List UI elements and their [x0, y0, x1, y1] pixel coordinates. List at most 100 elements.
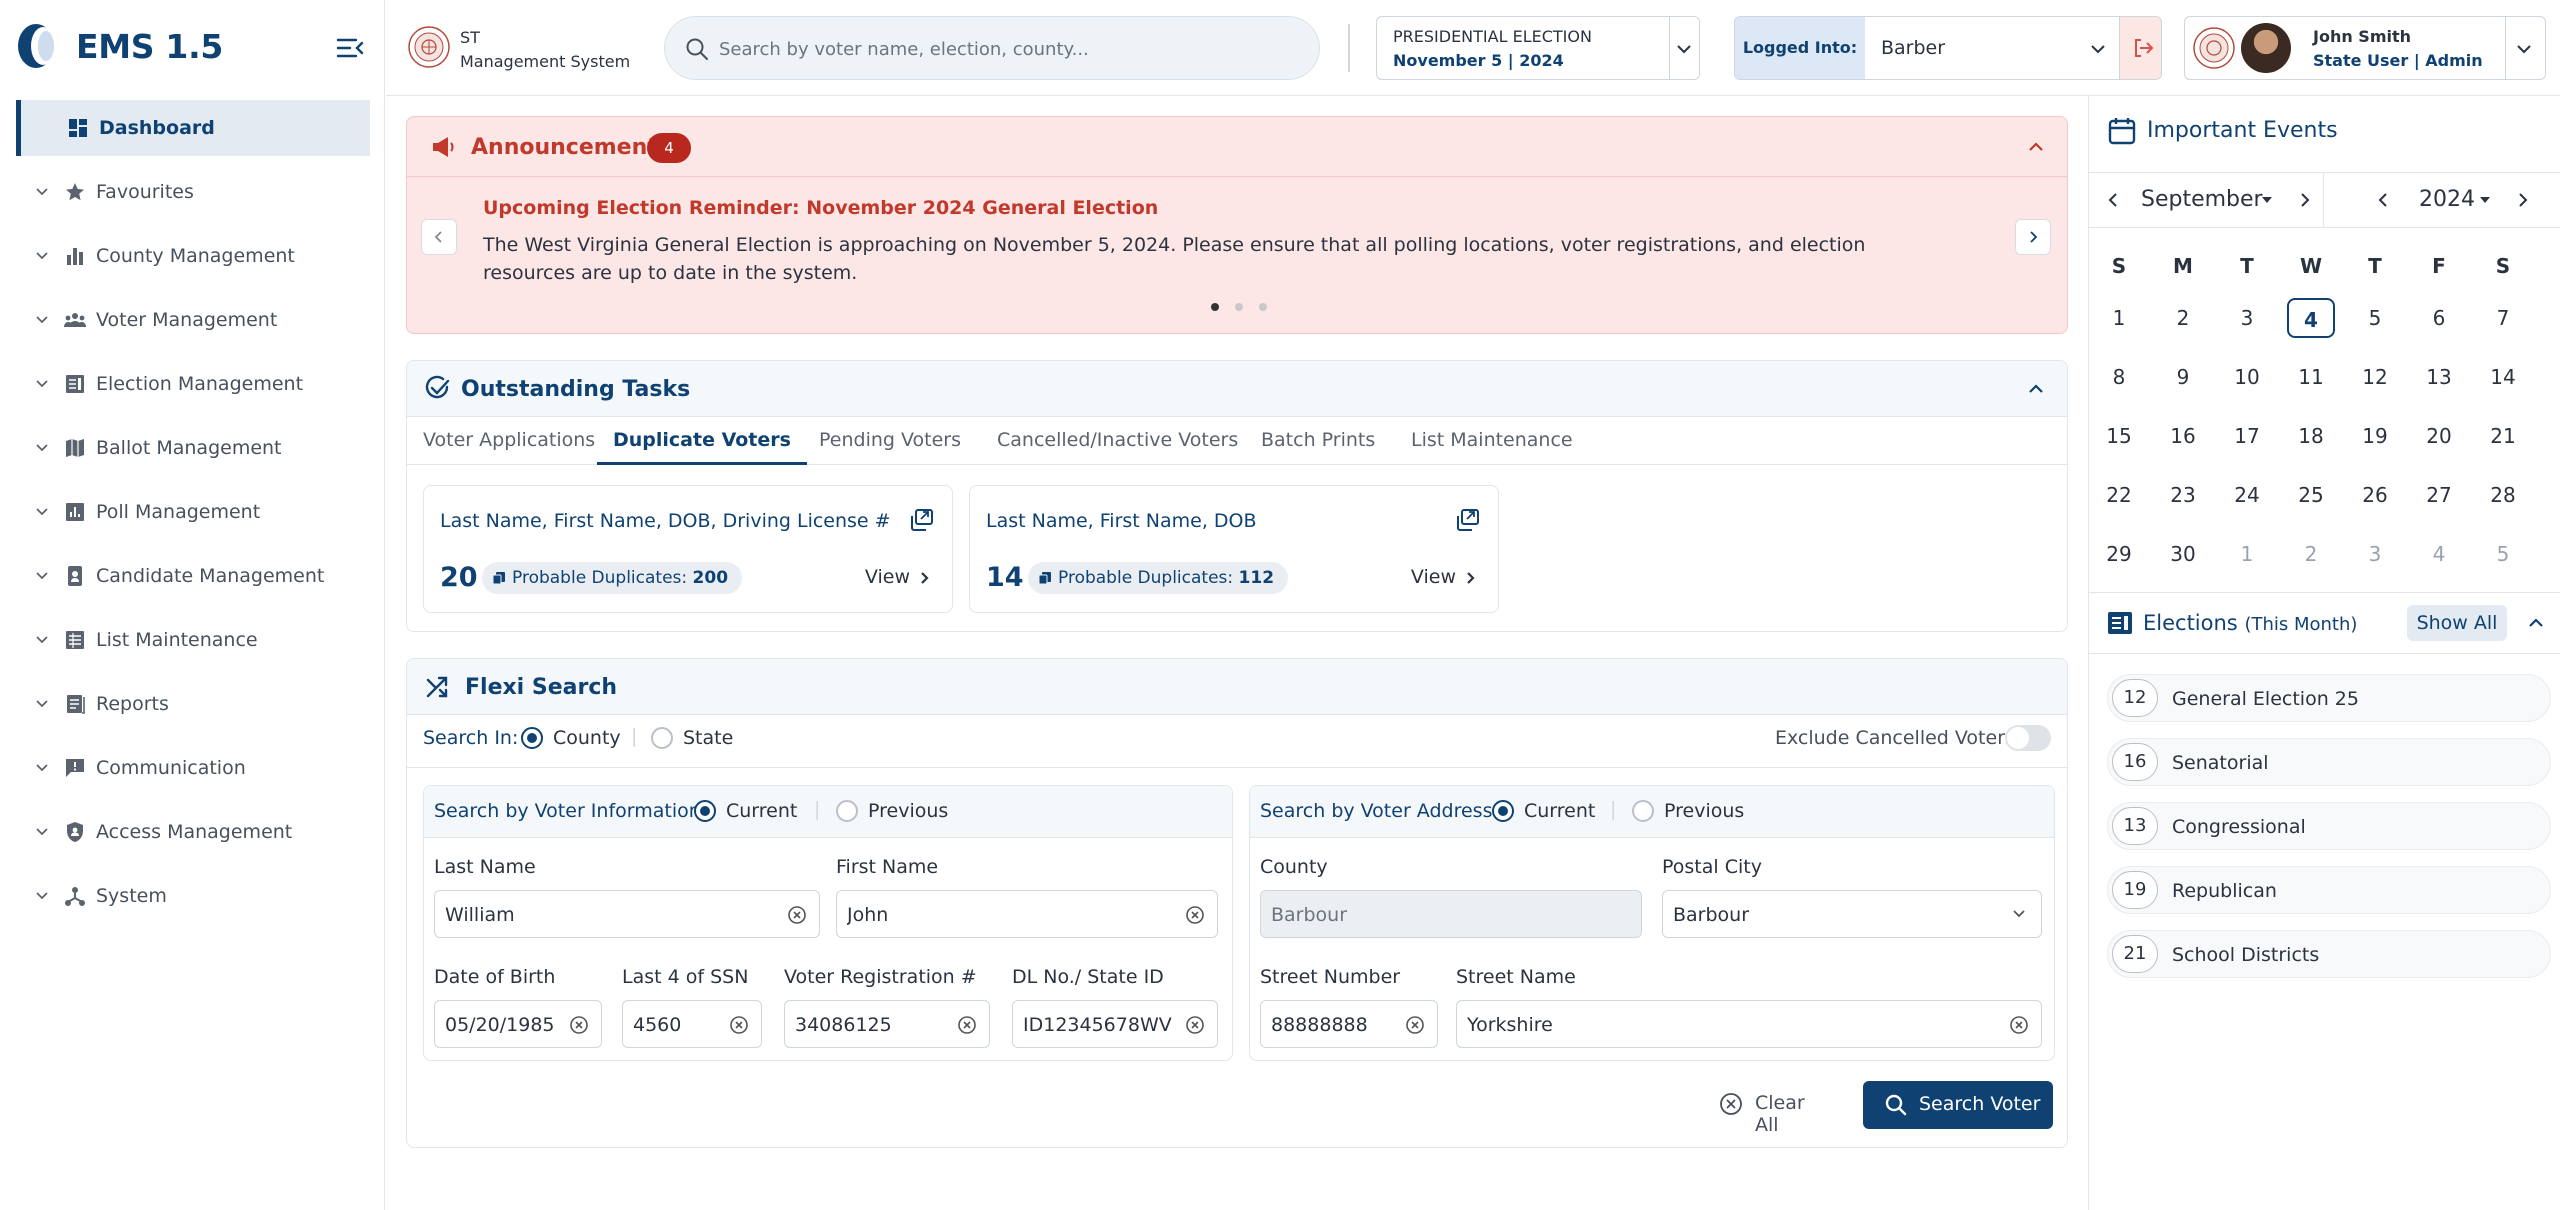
clear-input-icon[interactable]: [2009, 1015, 2029, 1035]
sidebar-item-ballot-management[interactable]: Ballot Management: [0, 416, 385, 480]
chevron-left-icon[interactable]: [2105, 191, 2121, 209]
calendar-day[interactable]: 6: [2415, 298, 2463, 338]
announcement-prev-button[interactable]: [421, 219, 457, 255]
sidebar-item-poll-management[interactable]: Poll Management: [0, 480, 385, 544]
calendar-day[interactable]: 17: [2223, 416, 2271, 456]
calendar-day[interactable]: 28: [2479, 475, 2527, 515]
first-name-input[interactable]: [847, 901, 1151, 929]
calendar-day[interactable]: 1: [2095, 298, 2143, 338]
voter-reg-input[interactable]: [795, 1011, 959, 1039]
search-input[interactable]: [719, 31, 1299, 67]
chevron-down-icon[interactable]: [34, 568, 50, 584]
tab-pending-voters[interactable]: Pending Voters: [819, 429, 961, 465]
calendar-day[interactable]: 13: [2415, 357, 2463, 397]
chevron-up-icon[interactable]: [2027, 139, 2045, 155]
logged-into-selector[interactable]: Logged Into: Barber: [1734, 16, 2162, 80]
carousel-dot[interactable]: [1211, 303, 1219, 311]
election-list-item[interactable]: 21 School Districts: [2107, 930, 2551, 978]
collapse-menu-icon[interactable]: [336, 36, 364, 60]
election-list-item[interactable]: 12 General Election 25: [2107, 674, 2551, 722]
open-window-icon[interactable]: [1454, 506, 1482, 534]
calendar-day[interactable]: 24: [2223, 475, 2271, 515]
clear-input-icon[interactable]: [957, 1015, 977, 1035]
radio-address-current[interactable]: [1492, 800, 1514, 822]
user-menu[interactable]: John Smith State User | Admin: [2184, 16, 2546, 80]
chevron-down-icon[interactable]: [34, 760, 50, 776]
radio-address-previous[interactable]: [1632, 800, 1654, 822]
chevron-right-icon[interactable]: [2515, 191, 2531, 209]
show-all-button[interactable]: Show All: [2407, 605, 2507, 641]
calendar-day[interactable]: 9: [2159, 357, 2207, 397]
carousel-dot[interactable]: [1235, 303, 1243, 311]
chevron-down-icon[interactable]: [34, 888, 50, 904]
last-name-field[interactable]: [434, 890, 820, 938]
postal-city-select[interactable]: [1662, 890, 2042, 938]
search-voter-button[interactable]: Search Voter: [1863, 1081, 2053, 1129]
tab-list-maintenance[interactable]: List Maintenance: [1411, 429, 1573, 465]
clear-input-icon[interactable]: [1185, 905, 1205, 925]
logout-button[interactable]: [2119, 17, 2161, 79]
calendar-day[interactable]: 30: [2159, 534, 2207, 574]
announcement-next-button[interactable]: [2015, 219, 2051, 255]
chevron-down-icon[interactable]: [2011, 907, 2027, 921]
radio-state[interactable]: [651, 727, 673, 749]
sidebar-item-list-maintenance[interactable]: List Maintenance: [0, 608, 385, 672]
exclude-cancelled-toggle[interactable]: [2005, 725, 2051, 751]
logged-into-value[interactable]: Barber: [1881, 37, 1945, 59]
calendar-day[interactable]: 3: [2351, 534, 2399, 574]
election-list-item[interactable]: 16 Senatorial: [2107, 738, 2551, 786]
global-search[interactable]: [664, 16, 1320, 80]
calendar-day[interactable]: 7: [2479, 298, 2527, 338]
sidebar-item-dashboard[interactable]: Dashboard: [16, 100, 370, 156]
chevron-up-icon[interactable]: [2027, 381, 2045, 397]
calendar-day[interactable]: 18: [2287, 416, 2335, 456]
calendar-day[interactable]: 19: [2351, 416, 2399, 456]
calendar-day[interactable]: 4: [2415, 534, 2463, 574]
clear-input-icon[interactable]: [787, 905, 807, 925]
sidebar-item-system[interactable]: System: [0, 864, 385, 928]
chevron-left-icon[interactable]: [2375, 191, 2391, 209]
avatar[interactable]: [2241, 23, 2291, 73]
postal-city-value[interactable]: [1673, 901, 1976, 929]
tab-duplicate-voters[interactable]: Duplicate Voters: [597, 429, 807, 465]
clear-input-icon[interactable]: [569, 1015, 589, 1035]
sidebar-item-reports[interactable]: Reports: [0, 672, 385, 736]
dl-field[interactable]: [1012, 1000, 1218, 1048]
radio-county[interactable]: [521, 727, 543, 749]
election-list-item[interactable]: 19 Republican: [2107, 866, 2551, 914]
tasks-header[interactable]: Outstanding Tasks: [407, 361, 2067, 417]
street-number-field[interactable]: [1260, 1000, 1438, 1048]
view-link[interactable]: View: [865, 566, 932, 588]
clear-input-icon[interactable]: [1405, 1015, 1425, 1035]
calendar-day[interactable]: 8: [2095, 357, 2143, 397]
chevron-down-icon[interactable]: [34, 440, 50, 456]
sidebar-item-favourites[interactable]: Favourites: [0, 160, 385, 224]
calendar-day[interactable]: 27: [2415, 475, 2463, 515]
ssn-field[interactable]: [622, 1000, 762, 1048]
chevron-down-icon[interactable]: [1675, 41, 1693, 57]
duplicate-card[interactable]: Last Name, First Name, DOB, Driving Lice…: [423, 485, 953, 613]
chevron-down-icon[interactable]: [34, 248, 50, 264]
chevron-up-icon[interactable]: [2527, 615, 2545, 631]
calendar-day[interactable]: 26: [2351, 475, 2399, 515]
calendar-day[interactable]: 15: [2095, 416, 2143, 456]
calendar-day[interactable]: 11: [2287, 357, 2335, 397]
sidebar-item-county-management[interactable]: County Management: [0, 224, 385, 288]
calendar-day[interactable]: 3: [2223, 298, 2271, 338]
dob-field[interactable]: [434, 1000, 602, 1048]
sidebar-item-voter-management[interactable]: Voter Management: [0, 288, 385, 352]
chevron-down-icon[interactable]: [34, 824, 50, 840]
month-select[interactable]: September: [2141, 187, 2263, 212]
caret-down-icon[interactable]: [2479, 195, 2491, 205]
carousel-dot[interactable]: [1259, 303, 1267, 311]
calendar-day[interactable]: 2: [2159, 298, 2207, 338]
clear-input-icon[interactable]: [729, 1015, 749, 1035]
clear-input-icon[interactable]: [1185, 1015, 1205, 1035]
calendar-day[interactable]: 20: [2415, 416, 2463, 456]
calendar-day[interactable]: 1: [2223, 534, 2271, 574]
clear-all-button[interactable]: Clear All: [1705, 1081, 1829, 1136]
calendar-day[interactable]: 23: [2159, 475, 2207, 515]
year-select[interactable]: 2024: [2419, 187, 2475, 212]
chevron-down-icon[interactable]: [34, 312, 50, 328]
voter-reg-field[interactable]: [784, 1000, 990, 1048]
